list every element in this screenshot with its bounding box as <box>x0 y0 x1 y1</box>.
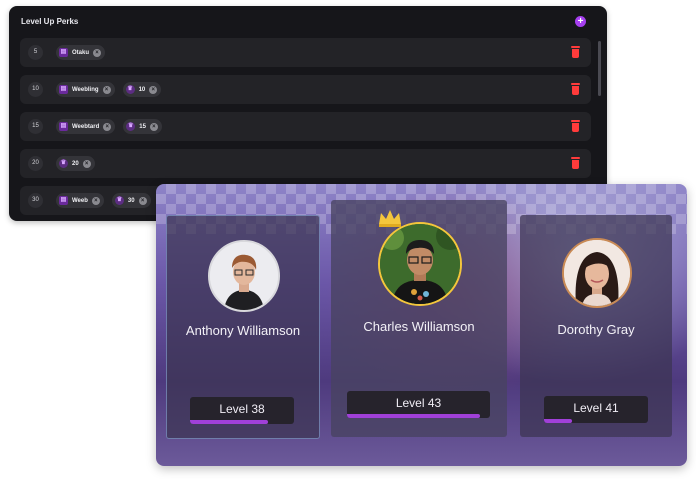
delete-row-button[interactable] <box>571 157 580 169</box>
level-badge: 15 <box>28 119 43 134</box>
remove-chip-icon[interactable]: × <box>149 85 158 94</box>
avatar <box>562 238 632 308</box>
level-progress-bar <box>544 419 573 423</box>
player-card[interactable]: Anthony Williamson Level 38 <box>166 215 320 439</box>
avatar <box>208 240 280 312</box>
delete-row-button[interactable] <box>571 83 580 95</box>
chip-label: Weebling <box>72 86 99 93</box>
badge-icon: ▤ <box>59 122 68 131</box>
plus-icon: + <box>577 16 584 27</box>
remove-chip-icon[interactable]: × <box>138 196 147 205</box>
chip-label: Otaku <box>72 49 90 56</box>
level-badge: 10 <box>28 82 43 97</box>
trophy-icon: ♛ <box>125 85 135 94</box>
level-progress-bar <box>190 420 268 424</box>
perk-chip: ▤ Weebling × <box>56 82 115 97</box>
trophy-icon: ♛ <box>126 122 136 131</box>
perk-chip: ♛ 10 × <box>122 82 162 97</box>
delete-row-button[interactable] <box>571 46 580 58</box>
player-name: Anthony Williamson <box>185 323 301 338</box>
scrollbar[interactable] <box>598 41 601 96</box>
level-label: Level 38 <box>219 402 265 416</box>
badge-icon: ▤ <box>59 85 68 94</box>
remove-chip-icon[interactable]: × <box>82 159 91 168</box>
level-box: Level 41 <box>544 396 648 423</box>
perk-chip: ▤ Weebtard × <box>56 119 116 134</box>
perk-chip: ♛ 30 × <box>111 193 151 208</box>
level-label: Level 41 <box>573 401 619 415</box>
delete-row-button[interactable] <box>571 120 580 132</box>
level-progress-bar <box>347 414 480 418</box>
perk-row: 15 ▤ Weebtard × ♛ 15 × <box>20 112 591 141</box>
level-box: Level 43 <box>347 391 490 418</box>
crown-icon <box>379 210 401 227</box>
badge-icon: ▤ <box>59 196 68 205</box>
perk-row: 5 ▤ Otaku × <box>20 38 591 67</box>
chip-label: 15 <box>139 123 146 130</box>
player-card[interactable]: Dorothy Gray Level 41 <box>520 215 672 437</box>
badge-icon: ▤ <box>59 48 68 57</box>
perk-chip: ▤ Weeb × <box>56 193 104 208</box>
add-perk-button[interactable]: + <box>575 16 586 27</box>
remove-chip-icon[interactable]: × <box>102 85 111 94</box>
chip-label: 10 <box>138 86 146 93</box>
level-box: Level 38 <box>190 397 294 424</box>
player-name: Charles Williamson <box>363 319 475 334</box>
perk-row: 10 ▤ Weebling × ♛ 10 × <box>20 75 591 104</box>
level-badge: 30 <box>28 193 43 208</box>
level-badge: 20 <box>28 156 43 171</box>
remove-chip-icon[interactable]: × <box>91 196 100 205</box>
player-card-top[interactable]: Charles Williamson Level 43 <box>331 200 507 437</box>
panel-title: Level Up Perks <box>21 17 79 26</box>
trophy-icon: ♛ <box>114 196 124 205</box>
chip-label: Weeb <box>72 197 88 204</box>
remove-chip-icon[interactable]: × <box>103 122 112 131</box>
leaderboard-card: Anthony Williamson Level 38 Charles Will… <box>156 184 687 466</box>
avatar <box>378 222 462 306</box>
remove-chip-icon[interactable]: × <box>93 48 102 57</box>
chip-label: 20 <box>72 160 79 167</box>
chip-label: Weebtard <box>72 123 100 130</box>
chip-label: 30 <box>127 197 135 204</box>
perk-row: 20 ♛ 20 × <box>20 149 591 178</box>
perk-chip: ♛ 15 × <box>123 119 162 134</box>
perk-chip: ♛ 20 × <box>56 156 95 171</box>
level-label: Level 43 <box>395 396 442 410</box>
perk-chip: ▤ Otaku × <box>56 45 106 60</box>
remove-chip-icon[interactable]: × <box>149 122 158 131</box>
level-badge: 5 <box>28 45 43 60</box>
trophy-icon: ♛ <box>59 159 68 168</box>
player-name: Dorothy Gray <box>557 322 635 337</box>
